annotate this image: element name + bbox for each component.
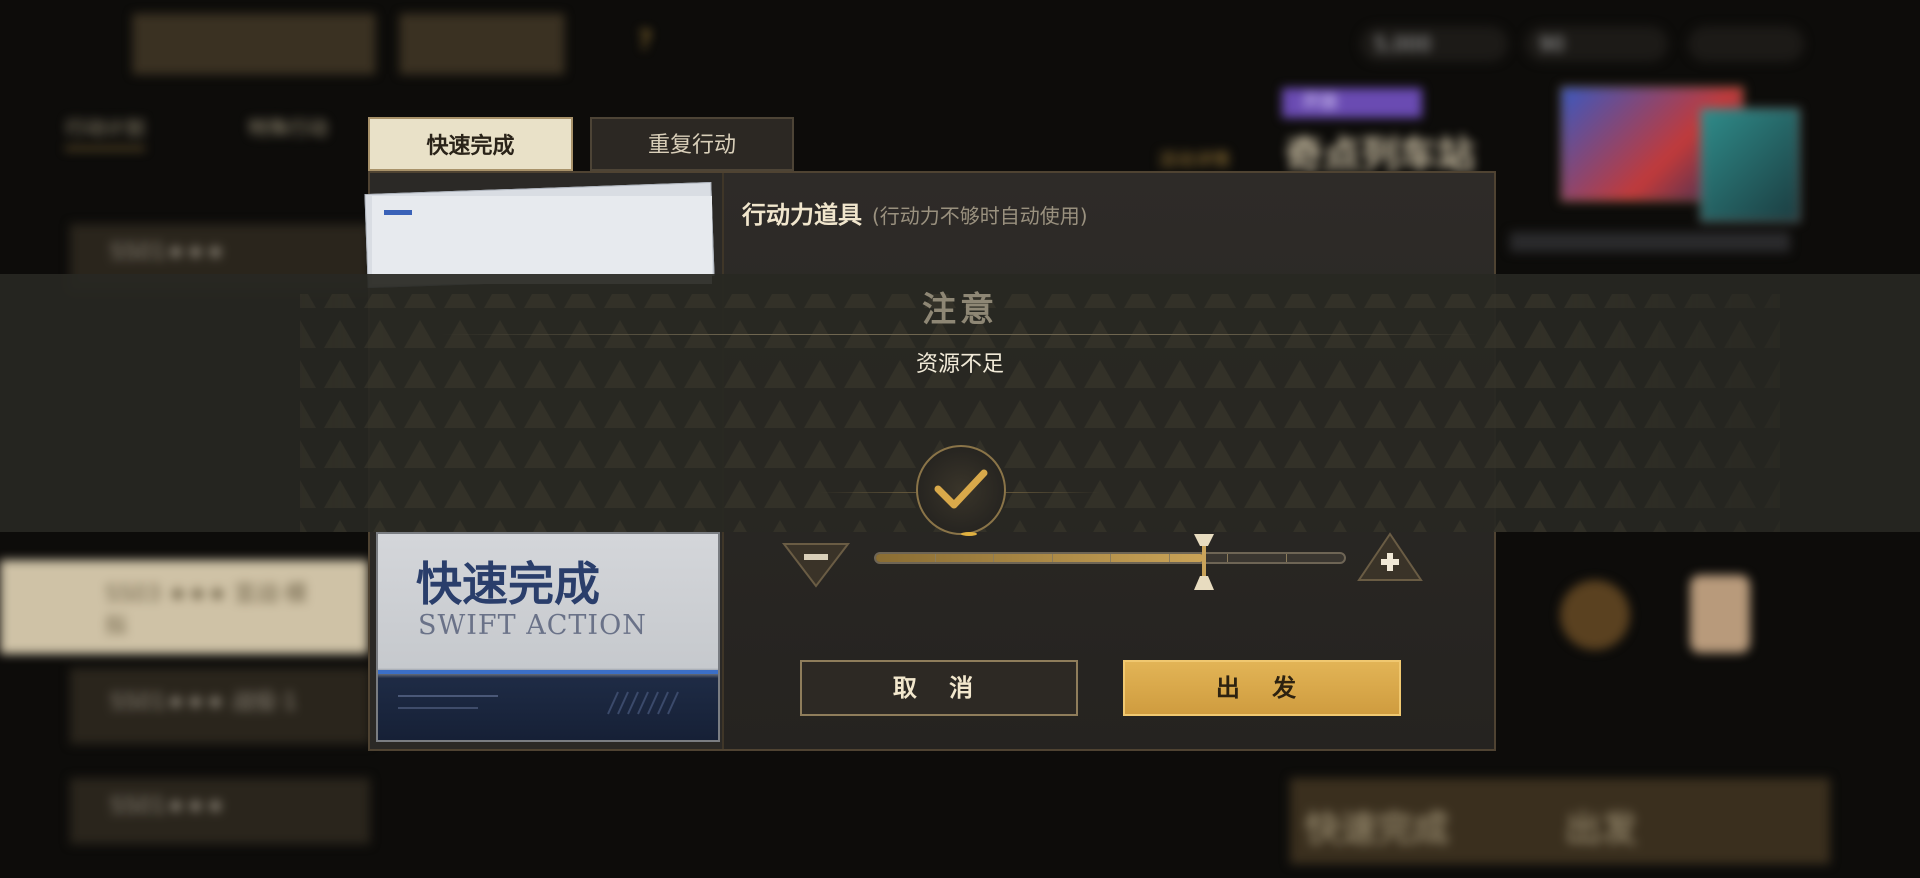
resource-energy: 90 (1525, 26, 1668, 62)
item-title: 行动力道具 (行动力不够时自动使用) (742, 195, 1088, 230)
notice-message: 资源不足 (915, 352, 1004, 377)
ticket-title-en: SWIFT ACTION (418, 610, 647, 641)
event-subtitle: 活动详情 (1158, 150, 1230, 171)
side-tab-special[interactable]: 特殊行动 (248, 112, 328, 141)
help-icon[interactable]: ? (630, 26, 660, 56)
tab-repeat-action[interactable]: 重复行动 (590, 117, 794, 171)
event-tag: 开放 (1282, 88, 1422, 118)
resource-item (1688, 26, 1804, 62)
item-title-label: 行动力道具 (742, 201, 862, 229)
slider-thumb[interactable] (1192, 532, 1216, 592)
slider-tick (934, 554, 936, 562)
list-item[interactable]: SS01★★★ 战役·1 (70, 668, 370, 744)
reward-icon (1560, 580, 1630, 650)
depart-button[interactable]: 出 发 (1123, 660, 1401, 716)
slider-tick (1168, 554, 1170, 562)
event-card-artwork (1700, 108, 1800, 222)
quantity-slider[interactable] (874, 552, 1346, 564)
list-item[interactable]: SS01★★★ (70, 778, 370, 844)
minus-icon[interactable] (780, 540, 852, 590)
ticket-title-cn: 快速完成 (416, 557, 600, 611)
notice-title: 注意 (922, 290, 998, 330)
item-title-note: (行动力不够时自动使用) (872, 204, 1088, 228)
slider-tick (1285, 554, 1287, 562)
event-description (1510, 232, 1790, 252)
slider-fill (876, 554, 1204, 562)
bottom-go-button[interactable]: 出发 (1565, 800, 1637, 852)
side-tab-plan[interactable]: 行动计划 (65, 112, 145, 150)
checkmark-icon[interactable] (914, 443, 1008, 537)
ticket-decoration (398, 691, 679, 715)
home-button[interactable] (400, 14, 564, 74)
slider-tick (1110, 554, 1111, 562)
back-button[interactable] (133, 14, 375, 74)
plus-icon[interactable] (1357, 532, 1423, 584)
bottom-quick-button[interactable]: 快速完成 (1305, 800, 1449, 852)
tab-swift-action[interactable]: 快速完成 (368, 117, 573, 171)
slider-tick (1227, 554, 1228, 562)
slider-tick (1051, 554, 1053, 562)
slider-tick (993, 554, 994, 562)
ticket-card-back (372, 196, 712, 284)
cancel-button[interactable]: 取 消 (800, 660, 1078, 716)
divider (440, 334, 1480, 335)
reward-icon (1690, 575, 1750, 653)
list-item-selected[interactable]: SS03 ★★★ 宣战·模拟 (0, 560, 368, 654)
resource-currency: 5,000 (1360, 26, 1508, 62)
